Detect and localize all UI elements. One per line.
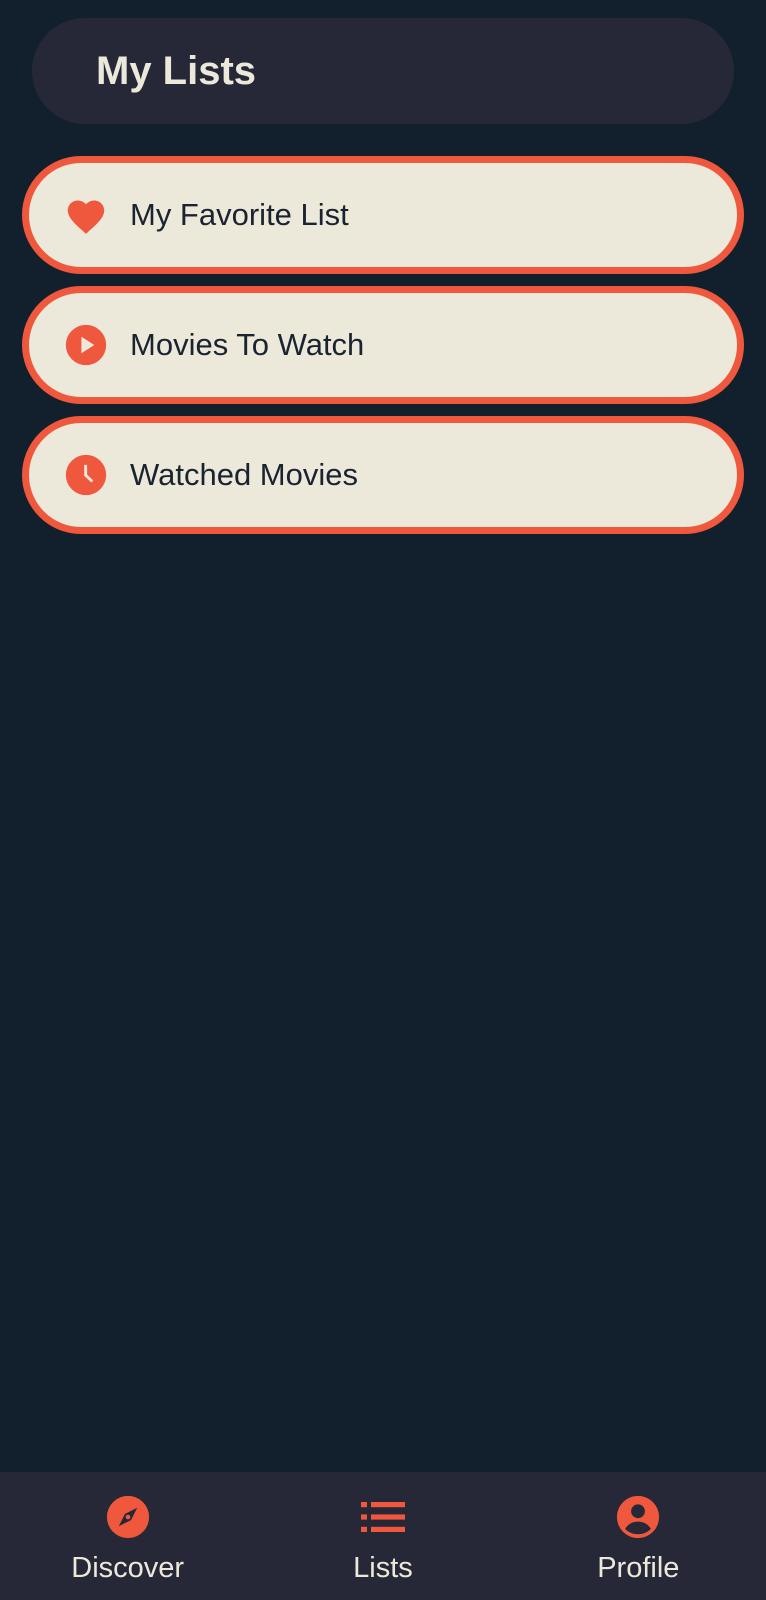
list-icon: [360, 1494, 406, 1540]
list-item-label: Watched Movies: [130, 457, 358, 492]
nav-item-profile[interactable]: Profile: [511, 1472, 766, 1600]
list-item-label: My Favorite List: [130, 197, 349, 232]
heart-icon: [64, 193, 108, 237]
nav-label: Discover: [71, 1552, 185, 1584]
nav-item-discover[interactable]: Discover: [0, 1472, 255, 1600]
compass-icon: [105, 1494, 151, 1540]
clock-icon: [64, 453, 108, 497]
app-header: My Lists: [32, 18, 734, 124]
bottom-navigation: Discover Lists Profile: [0, 1472, 766, 1600]
lists-container: My Favorite List Movies To Watch Watched…: [22, 156, 744, 546]
play-circle-icon: [64, 323, 108, 367]
page-title: My Lists: [96, 48, 257, 93]
nav-label: Profile: [597, 1552, 680, 1584]
list-item-favorites[interactable]: My Favorite List: [22, 156, 744, 274]
account-circle-icon: [615, 1494, 661, 1540]
nav-item-lists[interactable]: Lists: [255, 1472, 510, 1600]
nav-label: Lists: [353, 1552, 413, 1584]
list-item-movies-to-watch[interactable]: Movies To Watch: [22, 286, 744, 404]
list-item-label: Movies To Watch: [130, 327, 365, 362]
list-item-watched-movies[interactable]: Watched Movies: [22, 416, 744, 534]
